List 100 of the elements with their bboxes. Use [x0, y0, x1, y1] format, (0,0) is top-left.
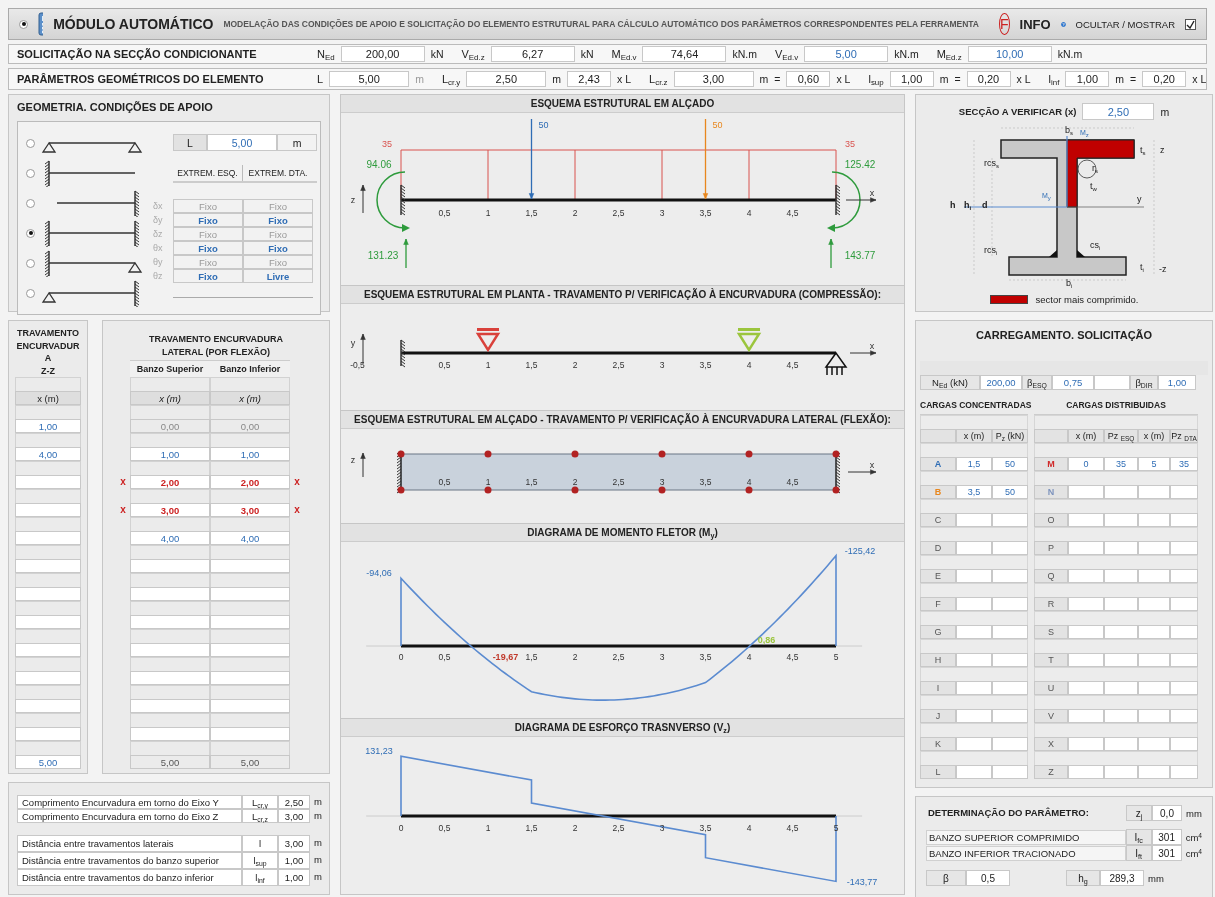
- radio-button[interactable]: [26, 198, 35, 208]
- input-cell[interactable]: [1138, 681, 1170, 695]
- input-cell[interactable]: [1068, 625, 1104, 639]
- table-cell[interactable]: 35: [1170, 457, 1198, 471]
- radio-button[interactable]: [26, 288, 35, 298]
- input-cell[interactable]: [1104, 625, 1138, 639]
- input-cell[interactable]: [15, 727, 81, 741]
- table-cell[interactable]: 1,00: [130, 447, 210, 461]
- input-cell[interactable]: [1068, 737, 1104, 751]
- input-cell[interactable]: [1170, 653, 1198, 667]
- input-cell[interactable]: [130, 643, 210, 657]
- input-cell[interactable]: [1104, 597, 1138, 611]
- input-cell[interactable]: [1104, 765, 1138, 779]
- value-field[interactable]: 200,00: [340, 46, 425, 62]
- value-field[interactable]: 3,00: [673, 71, 754, 87]
- input-cell[interactable]: [130, 699, 210, 713]
- input-cell[interactable]: [1068, 513, 1104, 527]
- input-cell[interactable]: [992, 569, 1028, 583]
- input-cell[interactable]: [1104, 485, 1138, 499]
- value-field[interactable]: 1,00: [889, 71, 934, 87]
- input-cell[interactable]: [956, 709, 992, 723]
- section-field[interactable]: 2,50: [1082, 103, 1155, 120]
- input-cell[interactable]: [1104, 709, 1138, 723]
- input-cell[interactable]: [992, 737, 1028, 751]
- input-cell[interactable]: [15, 559, 81, 573]
- toggle-checkbox[interactable]: [1185, 18, 1196, 30]
- input-cell[interactable]: [1094, 375, 1130, 390]
- input-cell[interactable]: [1138, 709, 1170, 723]
- input-cell[interactable]: [956, 569, 992, 583]
- input-cell[interactable]: [1104, 737, 1138, 751]
- table-cell[interactable]: 3,00: [130, 503, 210, 517]
- input-cell[interactable]: [15, 475, 81, 489]
- input-cell[interactable]: [130, 587, 210, 601]
- input-cell[interactable]: [1170, 485, 1198, 499]
- input-cell[interactable]: [1138, 625, 1170, 639]
- input-cell[interactable]: [1170, 737, 1198, 751]
- input-cell[interactable]: [1170, 625, 1198, 639]
- value-field[interactable]: 5,00: [329, 71, 410, 87]
- table-cell[interactable]: 0,00: [210, 419, 290, 433]
- input-cell[interactable]: [1170, 513, 1198, 527]
- input-cell[interactable]: [1068, 653, 1104, 667]
- input-cell[interactable]: [1104, 541, 1138, 555]
- input-cell[interactable]: [1068, 709, 1104, 723]
- input-cell[interactable]: [15, 615, 81, 629]
- value-field[interactable]: 3,00: [278, 835, 310, 852]
- input-cell[interactable]: [1170, 569, 1198, 583]
- input-cell[interactable]: [210, 615, 290, 629]
- input-cell[interactable]: [210, 727, 290, 741]
- input-cell[interactable]: [15, 531, 81, 545]
- input-cell[interactable]: [1170, 709, 1198, 723]
- radio-button[interactable]: [19, 19, 28, 29]
- input-cell[interactable]: [1068, 485, 1104, 499]
- input-cell[interactable]: [1068, 681, 1104, 695]
- table-cell[interactable]: 3,00: [210, 503, 290, 517]
- value-field[interactable]: 301: [1151, 829, 1182, 845]
- table-cell[interactable]: 0: [1068, 457, 1104, 471]
- input-cell[interactable]: [956, 681, 992, 695]
- radio-button[interactable]: [26, 168, 35, 178]
- input-cell[interactable]: [210, 671, 290, 685]
- input-cell[interactable]: [210, 587, 290, 601]
- input-cell[interactable]: [1138, 569, 1170, 583]
- value-field[interactable]: 0,0: [1152, 805, 1182, 821]
- value-field[interactable]: 2,50: [466, 71, 547, 87]
- table-cell[interactable]: 5: [1138, 457, 1170, 471]
- input-cell[interactable]: [1170, 541, 1198, 555]
- value-field[interactable]: 301: [1151, 845, 1182, 861]
- input-cell[interactable]: [992, 681, 1028, 695]
- table-cell[interactable]: 2,00: [210, 475, 290, 489]
- input-cell[interactable]: [992, 597, 1028, 611]
- table-cell[interactable]: 1,5: [956, 457, 992, 471]
- value-field[interactable]: 3,00: [278, 809, 310, 823]
- input-cell[interactable]: [130, 615, 210, 629]
- input-cell[interactable]: [1104, 513, 1138, 527]
- input-cell[interactable]: [15, 643, 81, 657]
- input-cell[interactable]: [1138, 737, 1170, 751]
- radio-button[interactable]: [26, 228, 35, 238]
- input-cell[interactable]: [1104, 569, 1138, 583]
- input-cell[interactable]: [956, 625, 992, 639]
- input-cell[interactable]: [1138, 653, 1170, 667]
- input-cell[interactable]: [956, 653, 992, 667]
- input-cell[interactable]: [130, 559, 210, 573]
- input-cell[interactable]: [992, 709, 1028, 723]
- table-cell[interactable]: 50: [992, 485, 1028, 499]
- input-cell[interactable]: [992, 541, 1028, 555]
- value-field[interactable]: 74,64: [642, 46, 727, 62]
- table-cell[interactable]: 3,5: [956, 485, 992, 499]
- input-cell[interactable]: [956, 541, 992, 555]
- input-cell[interactable]: [1138, 541, 1170, 555]
- value-field[interactable]: 0,20: [1142, 71, 1187, 87]
- input-cell[interactable]: [1170, 765, 1198, 779]
- value-field[interactable]: 0,60: [786, 71, 831, 87]
- table-cell[interactable]: 1,00: [15, 419, 81, 433]
- input-cell[interactable]: [1138, 485, 1170, 499]
- input-cell[interactable]: [130, 727, 210, 741]
- input-cell[interactable]: [992, 513, 1028, 527]
- input-cell[interactable]: [992, 765, 1028, 779]
- input-cell[interactable]: [1068, 765, 1104, 779]
- table-cell[interactable]: 2,00: [130, 475, 210, 489]
- input-cell[interactable]: [210, 699, 290, 713]
- input-cell[interactable]: [15, 699, 81, 713]
